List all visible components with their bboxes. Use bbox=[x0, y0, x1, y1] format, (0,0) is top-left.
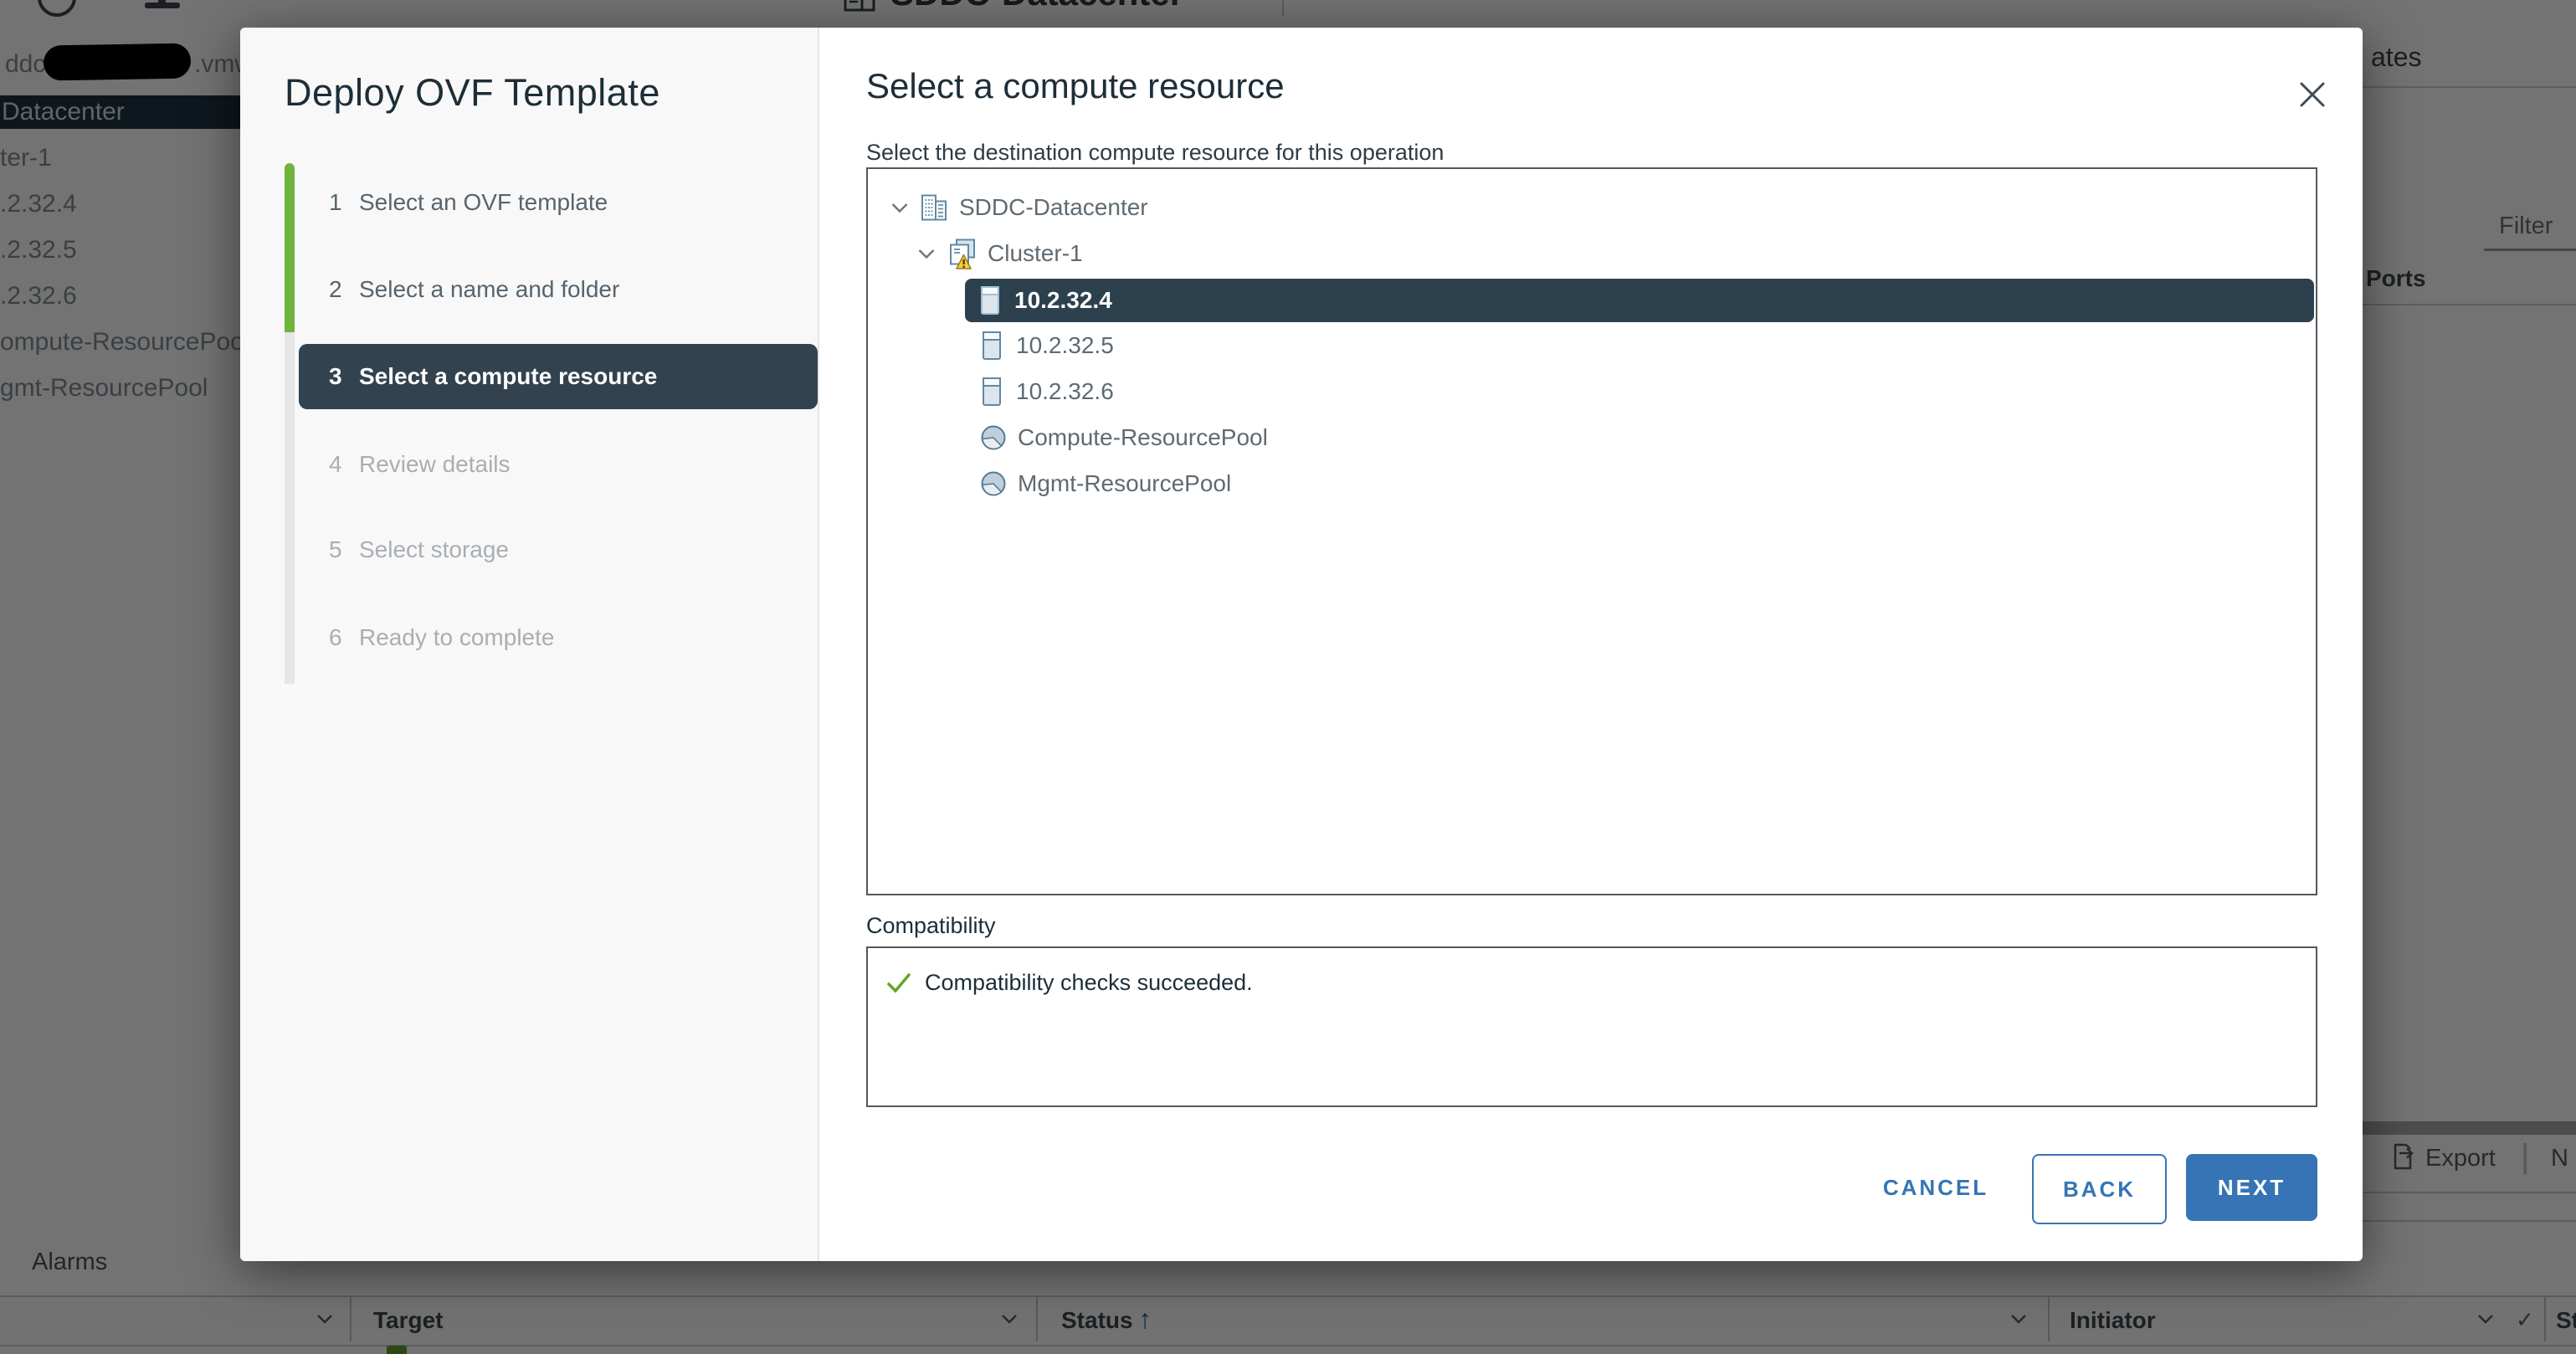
step-label: Ready to complete bbox=[359, 624, 554, 651]
compatibility-section-label: Compatibility bbox=[866, 913, 996, 939]
chevron-down-icon[interactable] bbox=[917, 249, 936, 259]
pane-subtitle: Select the destination compute resource … bbox=[866, 140, 1444, 166]
host-icon bbox=[979, 285, 1001, 315]
tree-row-compute-pool[interactable]: Compute-ResourcePool bbox=[870, 415, 2314, 460]
page-title: Select a compute resource bbox=[866, 66, 1285, 106]
next-button[interactable]: NEXT bbox=[2186, 1154, 2317, 1221]
resource-pool-icon bbox=[979, 423, 1008, 452]
tree-row-host-2[interactable]: 10.2.32.5 bbox=[870, 323, 2314, 368]
host-icon bbox=[981, 377, 1003, 407]
step-number: 4 bbox=[329, 451, 359, 478]
tree-row-datacenter[interactable]: SDDC-Datacenter bbox=[870, 185, 2314, 230]
tree-row-cluster[interactable]: Cluster-1 bbox=[870, 231, 2314, 276]
step-label: Select a name and folder bbox=[359, 276, 619, 303]
tree-label: 10.2.32.6 bbox=[1016, 378, 1114, 405]
resource-pool-icon bbox=[979, 469, 1008, 498]
wizard-progress-completed-bar bbox=[285, 163, 295, 332]
step-label: Review details bbox=[359, 451, 511, 478]
tree-row-host-selected[interactable]: 10.2.32.4 bbox=[965, 279, 2314, 322]
close-icon[interactable] bbox=[2297, 79, 2327, 110]
tree-label: 10.2.32.5 bbox=[1016, 332, 1114, 359]
back-button[interactable]: BACK bbox=[2032, 1154, 2167, 1224]
host-icon bbox=[981, 331, 1003, 361]
compatibility-message: Compatibility checks succeeded. bbox=[925, 970, 1253, 996]
compatibility-result-row: Compatibility checks succeeded. bbox=[886, 970, 1253, 996]
wizard-steps-panel: Deploy OVF Template 1 Select an OVF temp… bbox=[240, 28, 819, 1261]
vsphere-client-screen: SDDC-Datacenter ddc- .vmw Datacenter ter… bbox=[0, 0, 2576, 1354]
compute-resource-tree: SDDC-Datacenter Cluster-1 bbox=[866, 167, 2317, 895]
wizard-step-2[interactable]: 2 Select a name and folder bbox=[299, 257, 818, 322]
wizard-step-1[interactable]: 1 Select an OVF template bbox=[299, 170, 818, 235]
step-number: 6 bbox=[329, 624, 359, 651]
tree-row-host-3[interactable]: 10.2.32.6 bbox=[870, 369, 2314, 414]
step-number: 5 bbox=[329, 536, 359, 563]
tree-label: SDDC-Datacenter bbox=[959, 194, 1148, 221]
step-number: 1 bbox=[329, 189, 359, 216]
cancel-button[interactable]: CANCEL bbox=[1877, 1154, 1994, 1221]
cluster-warning-icon bbox=[946, 237, 979, 270]
step-number: 2 bbox=[329, 276, 359, 303]
tree-label: Mgmt-ResourcePool bbox=[1018, 470, 1231, 497]
wizard-step-6: 6 Ready to complete bbox=[299, 605, 818, 670]
wizard-progress-track bbox=[285, 332, 295, 684]
wizard-step-5: 5 Select storage bbox=[299, 517, 818, 582]
wizard-step-4: 4 Review details bbox=[299, 432, 818, 497]
tree-label: Cluster-1 bbox=[988, 240, 1083, 267]
tree-label: Compute-ResourcePool bbox=[1018, 424, 1268, 451]
compatibility-results-box: Compatibility checks succeeded. bbox=[866, 946, 2317, 1107]
step-label: Select an OVF template bbox=[359, 189, 608, 216]
step-number: 3 bbox=[329, 363, 359, 390]
tree-row-mgmt-pool[interactable]: Mgmt-ResourcePool bbox=[870, 461, 2314, 506]
chevron-down-icon[interactable] bbox=[890, 203, 909, 213]
success-check-icon bbox=[886, 972, 911, 995]
tree-label: 10.2.32.4 bbox=[1014, 287, 1112, 314]
wizard-step-3-active[interactable]: 3 Select a compute resource bbox=[299, 344, 818, 409]
deploy-ovf-template-dialog: Deploy OVF Template 1 Select an OVF temp… bbox=[240, 28, 2363, 1261]
dialog-title: Deploy OVF Template bbox=[285, 71, 660, 115]
step-label: Select storage bbox=[359, 536, 509, 563]
datacenter-icon bbox=[919, 192, 949, 223]
step-label: Select a compute resource bbox=[359, 363, 657, 390]
